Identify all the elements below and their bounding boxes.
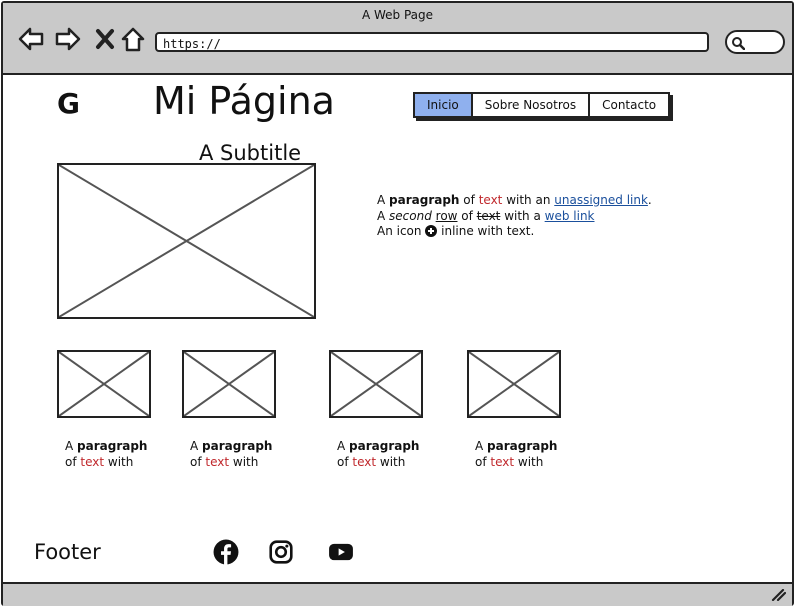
window-title: A Web Page [361,8,434,22]
instagram-icon[interactable] [268,539,294,565]
web-link[interactable]: web link [545,209,595,223]
url-input[interactable]: https:// [155,32,709,52]
image-placeholder-1 [57,350,151,418]
page-title: Mi Página [153,79,335,123]
card-text-2: A paragraph of text with [190,439,273,469]
arrow-right-icon[interactable] [54,25,82,53]
search-button[interactable] [725,30,785,54]
tab-sobre-nosotros[interactable]: Sobre Nosotros [473,94,591,116]
paragraph-block: A paragraph of text with an unassigned l… [377,193,652,240]
youtube-icon[interactable] [328,539,354,565]
card-text-1: A paragraph of text with [65,439,148,469]
resize-grip-icon[interactable] [770,589,786,601]
search-icon [732,37,745,50]
image-placeholder-main [57,163,316,319]
paragraph-line-1: A paragraph of text with an unassigned l… [377,193,652,207]
card-text-4: A paragraph of text with [475,439,558,469]
site-logo[interactable]: G [57,87,80,120]
facebook-icon[interactable] [213,539,239,565]
plus-circle-icon [425,225,438,237]
tab-inicio[interactable]: Inicio [415,94,473,116]
close-icon[interactable] [91,25,119,53]
image-placeholder-4 [467,350,561,418]
card-text-3: A paragraph of text with [337,439,420,469]
footer-label: Footer [34,540,101,564]
tab-contacto[interactable]: Contacto [590,94,668,116]
paragraph-line-2: A second row of text with a web link [377,208,595,223]
nav-tabs: Inicio Sobre Nosotros Contacto [413,92,671,118]
image-placeholder-2 [182,350,276,418]
arrow-left-icon[interactable] [17,25,45,53]
home-icon[interactable] [119,25,147,53]
unassigned-link[interactable]: unassigned link [554,193,648,207]
paragraph-line-3: An icon inline with text. [377,224,535,238]
page-subtitle: A Subtitle [199,141,302,165]
browser-toolbar: A Web Page https:// [3,3,792,75]
image-placeholder-3 [329,350,423,418]
browser-window: A Web Page https:// G Mi Página Inicio S… [1,1,794,606]
status-bar [3,582,792,606]
